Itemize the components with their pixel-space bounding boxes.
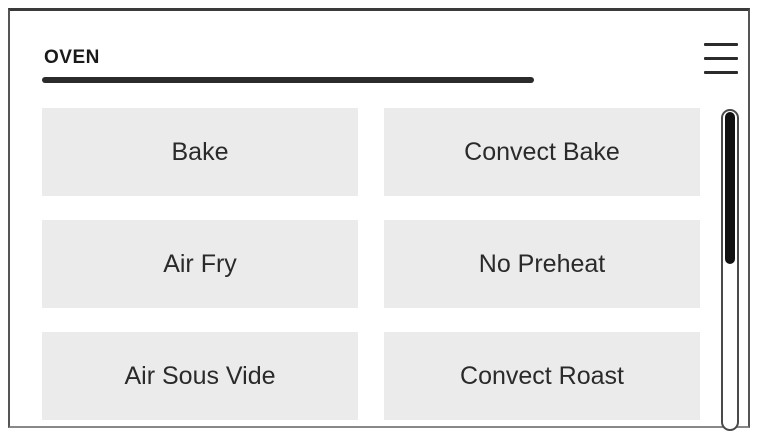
oven-control-screen: OVEN Bake Convect Bake Air Fry No Prehea…	[8, 8, 750, 431]
mode-bake-button[interactable]: Bake	[42, 108, 358, 196]
scrollbar[interactable]	[721, 109, 739, 431]
mode-convect-bake-button[interactable]: Convect Bake	[384, 108, 700, 196]
menu-bar-middle	[704, 57, 738, 60]
page-title: OVEN	[44, 47, 100, 68]
scrollbar-thumb[interactable]	[725, 112, 735, 264]
cooking-mode-grid: Bake Convect Bake Air Fry No Preheat Air…	[42, 108, 700, 420]
menu-bar-bottom	[704, 71, 738, 74]
menu-bar-top	[704, 43, 738, 46]
mode-air-fry-button[interactable]: Air Fry	[42, 220, 358, 308]
mode-air-sous-vide-button[interactable]: Air Sous Vide	[42, 332, 358, 420]
mode-convect-roast-button[interactable]: Convect Roast	[384, 332, 700, 420]
hamburger-menu-icon[interactable]	[702, 43, 742, 77]
title-underline	[42, 77, 534, 83]
mode-no-preheat-button[interactable]: No Preheat	[384, 220, 700, 308]
